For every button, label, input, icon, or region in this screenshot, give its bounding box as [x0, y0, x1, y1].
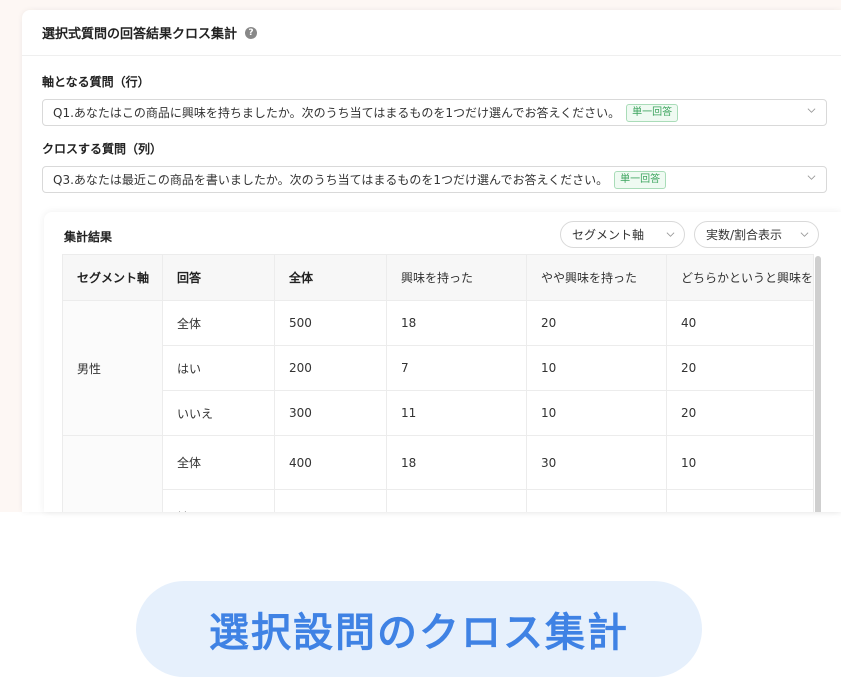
- table-cell: はい: [162, 489, 275, 512]
- column-header: セグメント軸: [62, 254, 163, 301]
- table-row: はい 200 11 19 7: [63, 489, 815, 512]
- table-cell: 7: [386, 345, 527, 391]
- chevron-down-icon: [800, 232, 809, 237]
- chevron-down-icon: [807, 175, 816, 180]
- table-cell: 19: [526, 489, 667, 512]
- display-mode-dropdown[interactable]: 実数/割合表示: [694, 221, 819, 248]
- col-question-select[interactable]: Q3.あなたは最近この商品を書いましたか。次のうち当てはまるものを1つだけ選んで…: [42, 166, 827, 193]
- table-cell: いいえ: [162, 390, 275, 436]
- column-header: やや興味を持った: [526, 254, 667, 301]
- segment-cell: 男性: [62, 300, 163, 436]
- col-question-label: クロスする質問（列）: [42, 142, 163, 156]
- table-row: 女性 全体 400 18 30 10: [62, 435, 815, 512]
- table-row: いいえ 300 11 10 20: [63, 390, 815, 436]
- feature-banner-text: 選択設問のクロス集計: [209, 610, 629, 656]
- table-cell: 10: [526, 345, 667, 391]
- table-cell: 500: [274, 300, 387, 346]
- row-question-value: Q1.あなたはこの商品に興味を持ちましたか。次のうち当てはまるものを1つだけ選ん…: [53, 106, 621, 120]
- table-cell: 11: [386, 489, 527, 512]
- chevron-down-icon: [807, 108, 816, 113]
- panel-header: 選択式質問の回答結果クロス集計 ?: [22, 10, 841, 56]
- table-cell: 30: [526, 435, 667, 490]
- table-cell: 40: [665, 300, 815, 346]
- table-cell: 400: [274, 435, 387, 490]
- cross-tab-table: セグメント軸 回答 全体 興味を持った やや興味を持った どちらかというと興味を…: [62, 254, 815, 512]
- segment-axis-dropdown[interactable]: セグメント軸: [560, 221, 685, 248]
- feature-banner: 選択設問のクロス集計: [136, 581, 702, 677]
- table-cell: 200: [274, 489, 387, 512]
- row-question-tag: 単一回答: [626, 103, 679, 122]
- table-cell: 全体: [162, 300, 275, 346]
- help-icon[interactable]: ?: [245, 26, 258, 39]
- chevron-down-icon: [666, 232, 675, 237]
- col-question-value: Q3.あなたは最近この商品を書いましたか。次のうち当てはまるものを1つだけ選んで…: [53, 173, 609, 187]
- table-row: はい 200 7 10 20: [63, 345, 815, 391]
- table-header-row: セグメント軸 回答 全体 興味を持った やや興味を持った どちらかというと興味を: [62, 254, 815, 301]
- row-question-label: 軸となる質問（行）: [42, 75, 150, 89]
- table-cell: 20: [526, 300, 667, 346]
- results-title: 集計結果: [64, 230, 113, 244]
- row-question-select[interactable]: Q1.あなたはこの商品に興味を持ちましたか。次のうち当てはまるものを1つだけ選ん…: [42, 99, 827, 126]
- segment-cell: 女性: [62, 435, 163, 512]
- table-row: 男性 全体 500 18 20 40: [62, 300, 815, 436]
- panel-title: 選択式質問の回答結果クロス集計: [42, 27, 238, 42]
- table-cell: 10: [665, 435, 815, 490]
- results-card: 集計結果 セグメント軸 実数/割合表示 セグメント軸 回答 全体 興味を持った …: [44, 212, 841, 512]
- column-header: 興味を持った: [386, 254, 527, 301]
- table-cell: 全体: [162, 435, 275, 490]
- display-mode-dropdown-label: 実数/割合表示: [706, 228, 783, 242]
- table-cell: はい: [162, 345, 275, 391]
- table-cell: 18: [386, 435, 527, 490]
- table-cell: 11: [386, 390, 527, 436]
- col-question-tag: 単一回答: [614, 170, 667, 189]
- table-cell: 10: [526, 390, 667, 436]
- column-header: どちらかというと興味を: [665, 254, 815, 301]
- vertical-scrollbar[interactable]: [815, 256, 821, 512]
- table-cell: 300: [274, 390, 387, 436]
- table-cell: 200: [274, 345, 387, 391]
- table-cell: 18: [386, 300, 527, 346]
- table-cell: 20: [665, 345, 815, 391]
- column-header: 回答: [162, 254, 275, 301]
- table-cell: 7: [665, 489, 815, 512]
- column-header: 全体: [274, 254, 387, 301]
- table-cell: 20: [665, 390, 815, 436]
- segment-axis-dropdown-label: セグメント軸: [572, 228, 645, 242]
